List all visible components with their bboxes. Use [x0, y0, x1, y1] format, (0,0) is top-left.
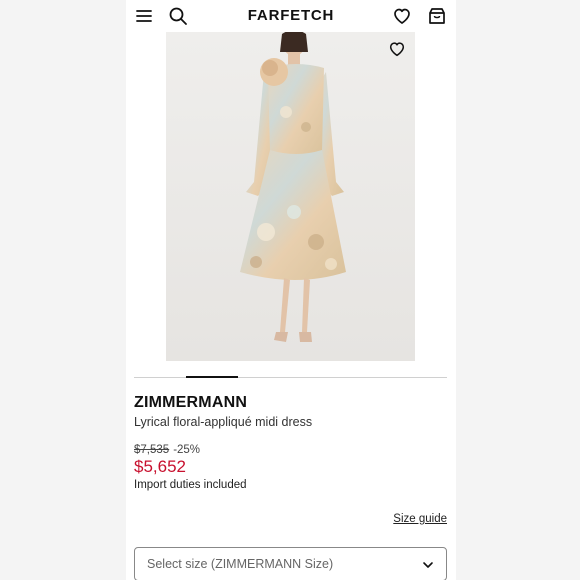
original-price: $7,535 — [134, 444, 170, 456]
image-carousel-track[interactable] — [134, 377, 447, 378]
import-duties-note: Import duties included — [134, 479, 247, 491]
product-image[interactable] — [166, 32, 415, 361]
sale-price: $5,652 — [134, 457, 186, 476]
discount-badge: -25% — [173, 444, 201, 456]
chevron-down-icon — [422, 559, 434, 571]
size-guide-link[interactable]: Size guide — [393, 513, 447, 525]
size-select-placeholder: Select size (ZIMMERMANN Size) — [147, 557, 334, 571]
bag-icon[interactable] — [427, 6, 447, 26]
price-row: $7,535 -25% — [134, 444, 200, 456]
product-brand[interactable]: ZIMMERMANN — [134, 394, 247, 412]
add-to-wishlist-heart-icon[interactable] — [388, 40, 406, 58]
product-page: FARFETCH ZIMMERMANN Lyrical floral-appli… — [126, 0, 456, 580]
heart-icon[interactable] — [392, 6, 412, 26]
product-name: Lyrical floral-appliqué midi dress — [134, 415, 313, 429]
size-select-dropdown[interactable]: Select size (ZIMMERMANN Size) — [134, 547, 447, 580]
top-header: FARFETCH — [126, 0, 456, 32]
image-carousel-active-indicator — [186, 376, 238, 378]
